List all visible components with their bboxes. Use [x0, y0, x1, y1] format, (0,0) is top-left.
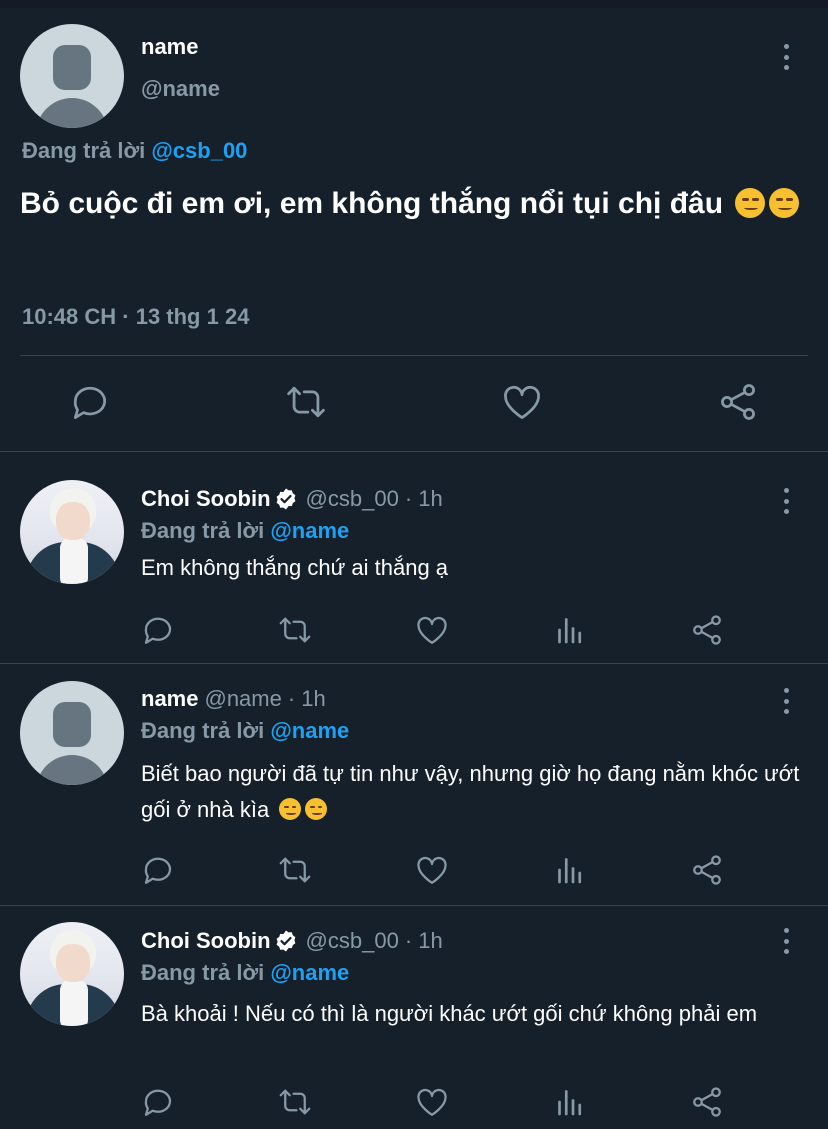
author-handle[interactable]: @name	[141, 76, 220, 102]
author-handle[interactable]: @csb_00	[306, 486, 399, 512]
action-bar	[0, 852, 828, 888]
share-icon[interactable]	[689, 612, 725, 648]
reply-icon[interactable]	[140, 852, 176, 888]
tweet-time[interactable]: · 1h	[405, 486, 443, 512]
more-options-icon[interactable]	[776, 688, 796, 714]
replying-to: Đang trả lời @name	[141, 718, 349, 744]
reply-tweet[interactable]: Choi Soobin @csb_00 · 1h Đang trả lời @n…	[0, 906, 828, 1129]
tweet-text-content: Biết bao người đã tự tin như vậy, nhưng …	[141, 761, 800, 822]
mention-link[interactable]: @name	[270, 518, 349, 543]
main-tweet: name @name Đang trả lời @csb_00 Bỏ cuộc …	[0, 8, 828, 452]
avatar[interactable]	[20, 681, 124, 785]
like-icon[interactable]	[500, 380, 544, 424]
smirk-emoji-icon	[305, 798, 328, 821]
analytics-icon[interactable]	[552, 852, 588, 888]
tweet-text: Biết bao người đã tự tin như vậy, nhưng …	[141, 756, 801, 828]
tweet-text: Bà khoải ! Nếu có thì là người khác ướt …	[141, 1001, 758, 1026]
more-options-icon[interactable]	[776, 928, 796, 954]
reply-icon[interactable]	[140, 1084, 176, 1120]
replying-prefix: Đang trả lời	[22, 138, 146, 163]
top-divider	[0, 0, 828, 8]
reply-tweet[interactable]: name @name · 1h Đang trả lời @name Biết …	[0, 664, 828, 906]
tweet-text: Bỏ cuộc đi em ơi, em không thắng nổi tụi…	[20, 180, 800, 228]
like-icon[interactable]	[414, 1084, 450, 1120]
retweet-icon[interactable]	[277, 852, 313, 888]
replying-to: Đang trả lời @csb_00	[22, 138, 247, 164]
action-bar	[0, 612, 828, 648]
reply-icon[interactable]	[140, 612, 176, 648]
mention-link[interactable]: @csb_00	[151, 138, 247, 163]
tweet-header: Choi Soobin @csb_00 · 1h	[141, 486, 443, 512]
tweet-time[interactable]: · 1h	[405, 928, 443, 954]
smirk-emoji-icon	[769, 187, 800, 218]
tweet-time[interactable]: · 1h	[288, 686, 326, 712]
verified-badge-icon	[274, 487, 298, 511]
smirk-emoji-icon	[279, 798, 302, 821]
replying-to: Đang trả lời @name	[141, 960, 349, 986]
author-name[interactable]: Choi Soobin	[141, 486, 271, 512]
like-icon[interactable]	[414, 612, 450, 648]
tweet-header: Choi Soobin @csb_00 · 1h	[141, 928, 443, 954]
smirk-emoji-icon	[735, 187, 766, 218]
verified-badge-icon	[274, 929, 298, 953]
retweet-icon[interactable]	[277, 1084, 313, 1120]
replying-prefix: Đang trả lời	[141, 718, 265, 743]
more-options-icon[interactable]	[776, 488, 796, 514]
author-handle[interactable]: @csb_00	[306, 928, 399, 954]
retweet-icon[interactable]	[284, 380, 328, 424]
tweet-header: name @name · 1h	[141, 686, 326, 712]
author-name[interactable]: name	[141, 34, 198, 60]
timestamp[interactable]: 10:48 CH · 13 thg 1 24	[22, 304, 249, 330]
share-icon[interactable]	[689, 1084, 725, 1120]
retweet-icon[interactable]	[277, 612, 313, 648]
reply-icon[interactable]	[68, 380, 112, 424]
action-bar	[0, 380, 828, 424]
avatar[interactable]	[20, 480, 124, 584]
tweet-text: Em không thắng chứ ai thắng ạ	[141, 555, 449, 580]
replying-to: Đang trả lời @name	[141, 518, 349, 544]
avatar[interactable]	[20, 24, 124, 128]
reply-tweet[interactable]: Choi Soobin @csb_00 · 1h Đang trả lời @n…	[0, 452, 828, 664]
like-icon[interactable]	[414, 852, 450, 888]
share-icon[interactable]	[716, 380, 760, 424]
tweet-text-content: Bỏ cuộc đi em ơi, em không thắng nổi tụi…	[20, 187, 724, 220]
action-bar	[0, 1084, 828, 1120]
divider	[20, 355, 808, 356]
author-name[interactable]: name	[141, 686, 198, 712]
avatar[interactable]	[20, 922, 124, 1026]
mention-link[interactable]: @name	[270, 960, 349, 985]
more-options-icon[interactable]	[776, 44, 796, 70]
analytics-icon[interactable]	[552, 1084, 588, 1120]
replying-prefix: Đang trả lời	[141, 518, 265, 543]
share-icon[interactable]	[689, 852, 725, 888]
replying-prefix: Đang trả lời	[141, 960, 265, 985]
analytics-icon[interactable]	[552, 612, 588, 648]
mention-link[interactable]: @name	[270, 718, 349, 743]
author-handle[interactable]: @name	[204, 686, 281, 712]
author-name[interactable]: Choi Soobin	[141, 928, 271, 954]
